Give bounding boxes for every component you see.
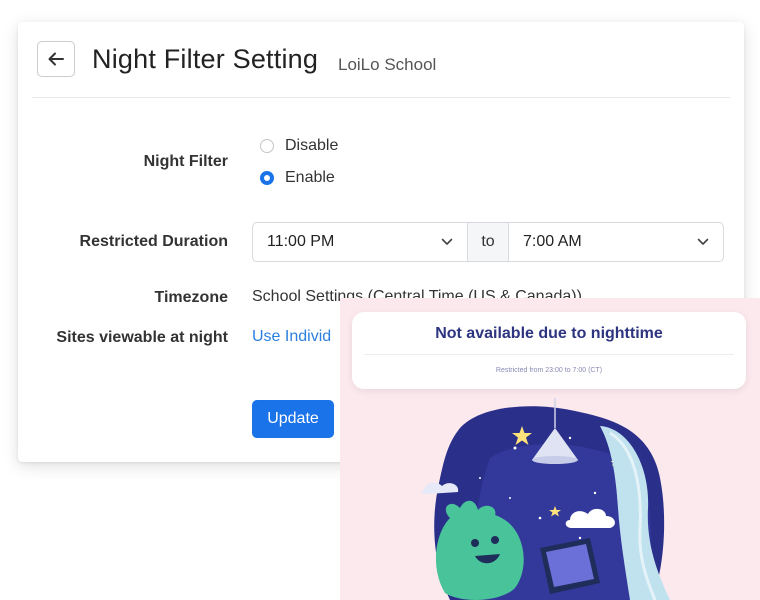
page-title: Night Filter Setting <box>92 44 319 74</box>
chevron-down-icon <box>697 238 709 245</box>
radio-enable-indicator[interactable] <box>260 171 274 185</box>
sites-label: Sites viewable at night <box>56 329 228 346</box>
header-divider <box>32 97 730 98</box>
individual-settings-link[interactable]: Use Individ <box>252 328 331 346</box>
radio-disable-indicator[interactable] <box>260 139 274 153</box>
start-time-value: 11:00 PM <box>267 233 335 250</box>
restricted-duration-label: Restricted Duration <box>79 233 228 250</box>
radio-enable-label: Enable <box>285 169 335 186</box>
notice-divider <box>364 354 734 355</box>
end-time-select[interactable]: 7:00 AM <box>508 222 724 262</box>
night-filter-label: Night Filter <box>143 153 228 170</box>
chevron-down-icon <box>441 238 453 245</box>
radio-enable[interactable]: Enable <box>260 169 335 187</box>
back-button[interactable] <box>37 41 75 77</box>
page-subtitle: LoiLo School <box>338 55 437 74</box>
start-time-select[interactable]: 11:00 PM <box>252 222 468 262</box>
radio-disable-label: Disable <box>285 137 339 154</box>
radio-disable[interactable]: Disable <box>260 137 338 155</box>
notice-subtitle: Restricted from 23:00 to 7:00 (CT) <box>495 367 603 374</box>
night-sky-illustration <box>421 398 670 600</box>
timezone-label: Timezone <box>154 289 229 306</box>
update-button[interactable]: Update <box>252 400 334 438</box>
end-time-value: 7:00 AM <box>523 233 582 250</box>
nighttime-preview: Not available due to nighttime Restricte… <box>340 298 760 600</box>
notice-title: Not available due to nighttime <box>435 325 663 342</box>
nighttime-notice: Not available due to nighttime Restricte… <box>352 312 746 389</box>
duration-separator: to <box>467 222 509 262</box>
arrow-left-icon <box>48 52 64 66</box>
